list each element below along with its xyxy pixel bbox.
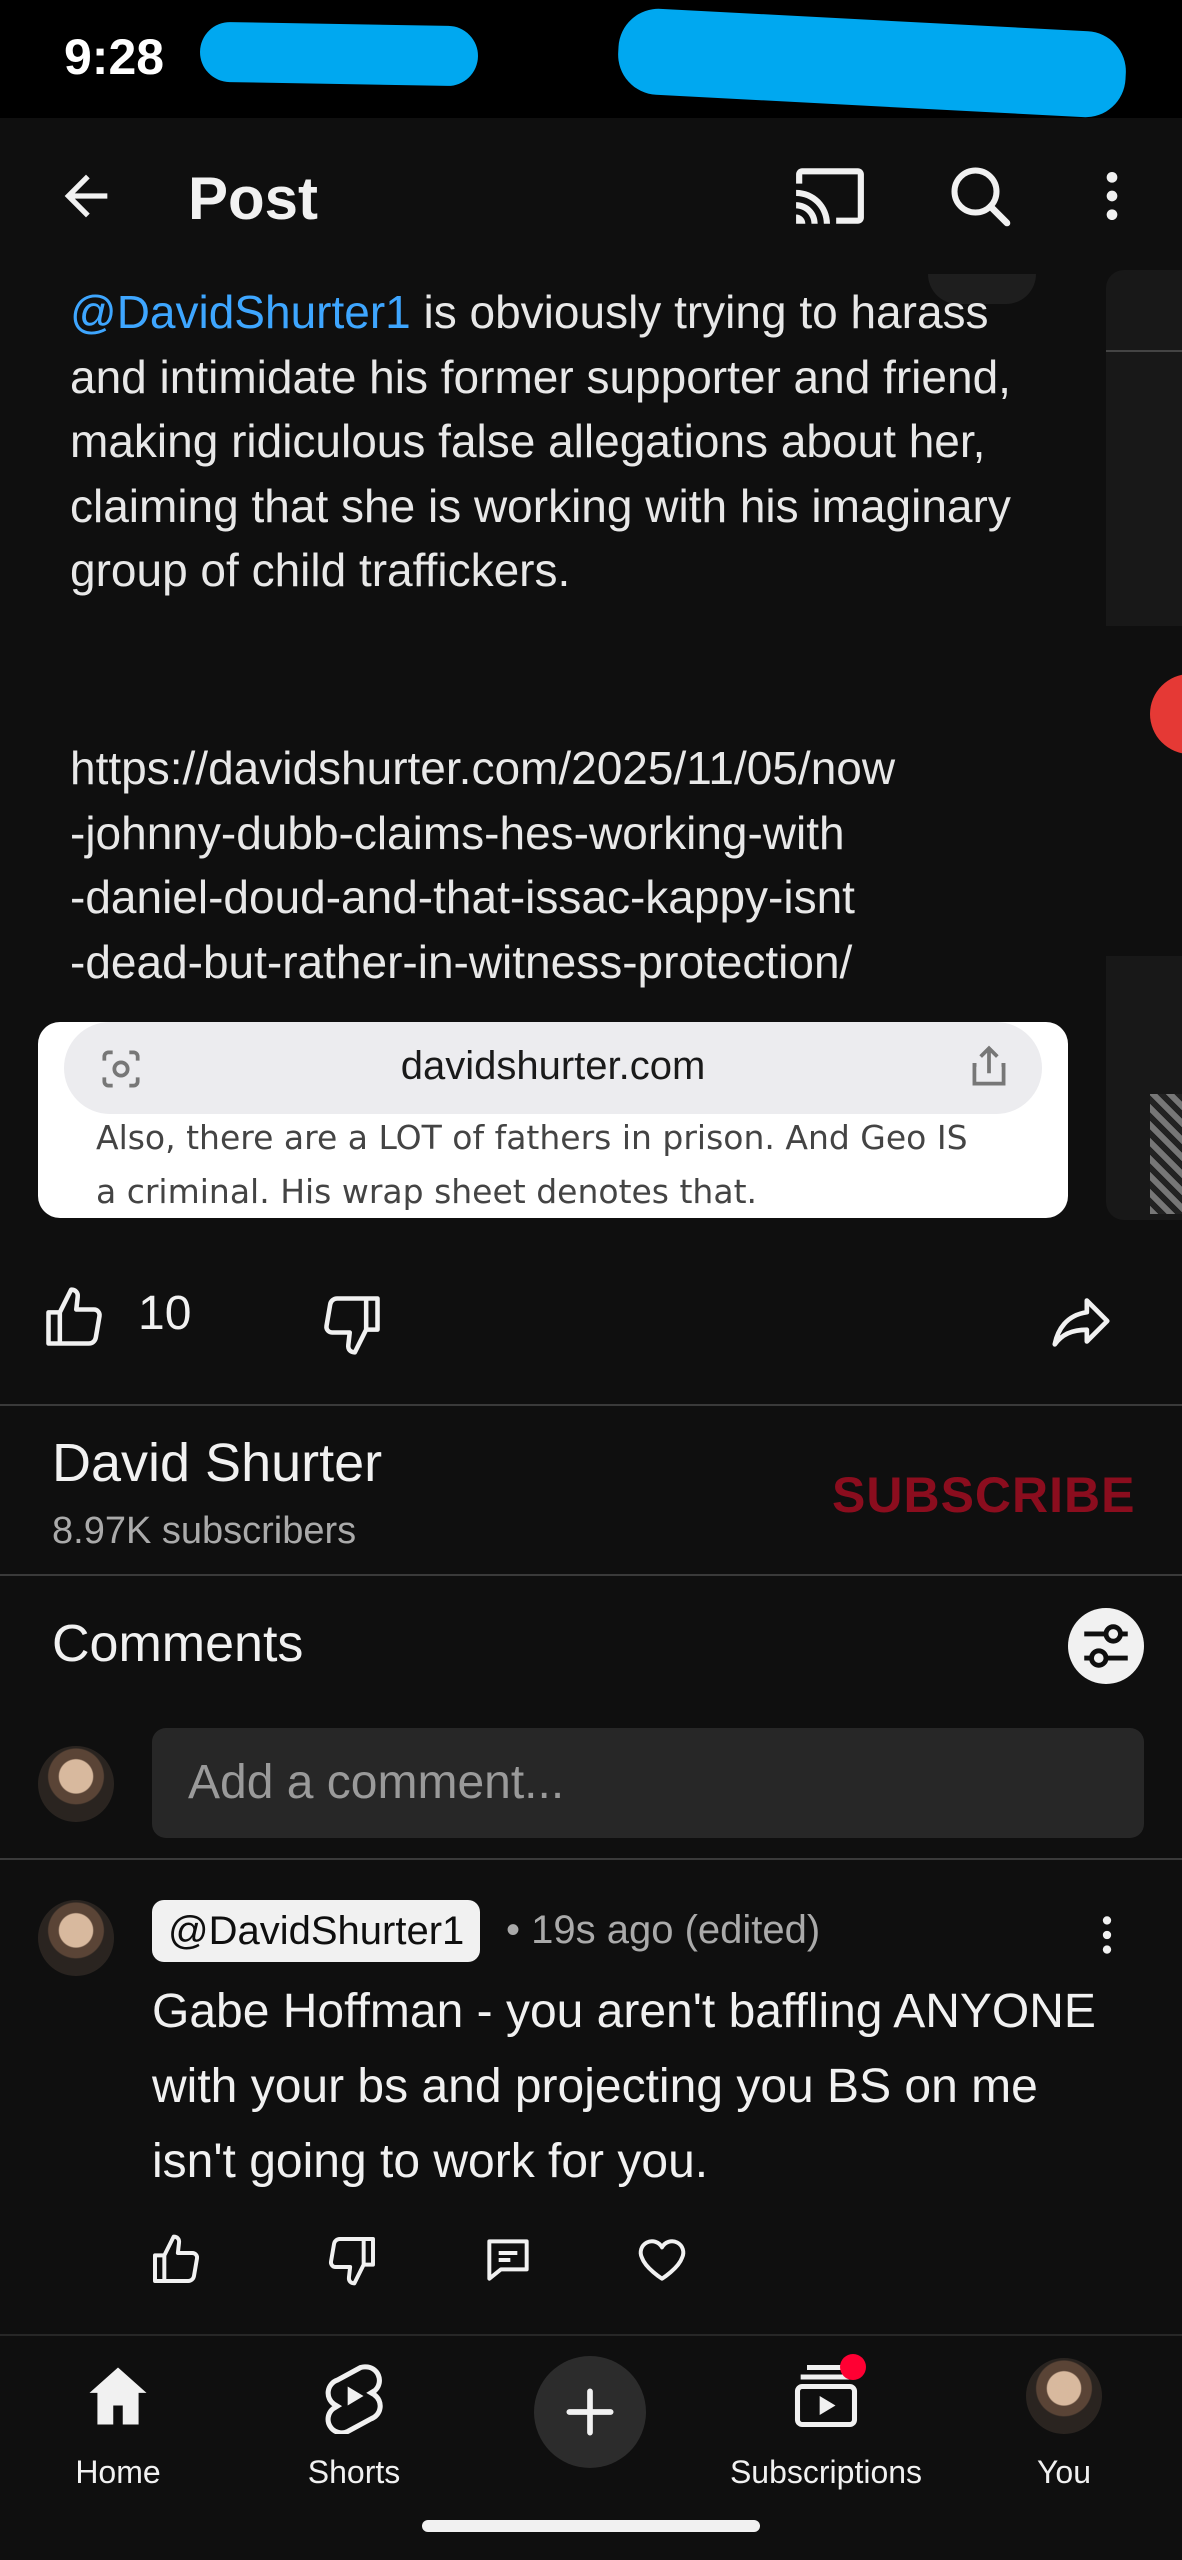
comment-input-box[interactable] — [152, 1728, 1144, 1838]
dislike-icon[interactable] — [324, 2232, 380, 2288]
create-plus-icon — [566, 2388, 614, 2436]
search-button[interactable] — [940, 156, 1020, 236]
subscribe-button[interactable]: SUBSCRIBE — [832, 1466, 1135, 1524]
comments-title: Comments — [52, 1615, 304, 1673]
status-time: 9:28 — [64, 29, 165, 85]
divider — [1106, 350, 1182, 352]
post-image-card[interactable]: @DavidShurter1 is obviously trying to ha… — [0, 274, 1094, 1222]
share-icon[interactable] — [1046, 1286, 1116, 1356]
filter-sliders-icon — [1084, 1624, 1128, 1668]
post-link[interactable]: https://davidshurter.com/2025/11/05/now … — [70, 736, 1050, 994]
nav-label: Home — [75, 2454, 161, 2490]
avatar — [1026, 2358, 1102, 2434]
subscriber-count: 8.97K subscribers — [52, 1510, 357, 1552]
cast-button[interactable] — [790, 156, 870, 236]
comment-body: Gabe Hoffman - you aren't baffling ANYON… — [152, 1985, 1096, 2188]
nav-subscriptions[interactable]: Subscriptions — [716, 2354, 936, 2494]
back-button[interactable] — [46, 156, 126, 236]
comment-input[interactable] — [188, 1752, 1108, 1812]
status-bar: 9:28 — [0, 0, 1182, 120]
nav-shorts[interactable]: Shorts — [244, 2354, 464, 2494]
nav-label: You — [1037, 2454, 1091, 2490]
post-link-line: -johnny-dubb-claims-hes-working-with — [70, 806, 845, 859]
screenshot-line: a criminal. His wrap sheet denotes that. — [96, 1172, 757, 1211]
browser-url-bar: davidshurter.com — [64, 1022, 1042, 1114]
post-link-line: -daniel-doud-and-that-issac-kappy-isnt — [70, 871, 855, 923]
app-bar: Post — [0, 118, 1182, 274]
divider — [0, 1858, 1182, 1860]
more-options-button[interactable] — [1072, 156, 1152, 236]
next-post-card-peek[interactable] — [1106, 270, 1182, 1220]
comment-author[interactable]: @DavidShurter1 — [152, 1900, 481, 1962]
peek-thumbnail — [1150, 1094, 1182, 1214]
comments-filter-button[interactable] — [1068, 1608, 1144, 1684]
like-icon[interactable] — [148, 2232, 204, 2288]
nav-label: Shorts — [307, 2454, 401, 2490]
like-icon[interactable] — [40, 1284, 108, 1352]
search-icon — [951, 167, 1011, 227]
post-text: @DavidShurter1 is obviously trying to ha… — [70, 280, 1050, 603]
post-link-line: https://davidshurter.com/2025/11/05/now — [70, 742, 896, 794]
home-icon — [89, 2367, 147, 2425]
post-mention[interactable]: @DavidShurter1 — [70, 286, 411, 338]
divider — [0, 1574, 1182, 1576]
screenshot-cut-line: Also, there are a LOT of fathers in pris… — [96, 1118, 968, 1157]
heart-icon[interactable] — [634, 2232, 690, 2288]
nav-home[interactable]: Home — [8, 2354, 228, 2494]
notification-dot — [840, 2354, 866, 2380]
more-vertical-icon — [1106, 172, 1118, 220]
shorts-icon — [325, 2364, 383, 2434]
like-count: 10 — [138, 1287, 192, 1340]
redaction-mark — [199, 21, 479, 87]
avatar[interactable] — [38, 1900, 114, 1976]
nav-you[interactable]: You — [954, 2354, 1174, 2494]
avatar — [38, 1746, 114, 1822]
nav-label: Subscriptions — [729, 2454, 923, 2490]
post-actions: 10 — [0, 1260, 1182, 1370]
more-vertical-icon[interactable] — [1082, 1910, 1132, 1960]
embedded-screenshot: davidshurter.com Also, there are a LOT o… — [38, 1022, 1068, 1218]
redaction-mark — [616, 6, 1128, 120]
divider — [0, 1404, 1182, 1406]
browser-url: davidshurter.com — [400, 1044, 706, 1088]
peek-panel — [1106, 626, 1182, 956]
reply-icon[interactable] — [480, 2232, 536, 2288]
home-indicator — [422, 2520, 760, 2532]
comment-meta: • 19s ago (edited) — [506, 1908, 821, 1952]
dislike-icon[interactable] — [318, 1290, 386, 1358]
create-button[interactable] — [534, 2356, 646, 2468]
bottom-navigation: Home Shorts Subscriptions You — [0, 2334, 1182, 2560]
back-arrow-icon — [64, 174, 108, 218]
page-title: Post — [188, 165, 319, 232]
channel-name[interactable]: David Shurter — [52, 1432, 382, 1494]
post-link-line: -dead-but-rather-in-witness-protection/ — [70, 935, 853, 988]
cast-icon — [796, 168, 864, 224]
share-icon — [972, 1045, 1006, 1086]
